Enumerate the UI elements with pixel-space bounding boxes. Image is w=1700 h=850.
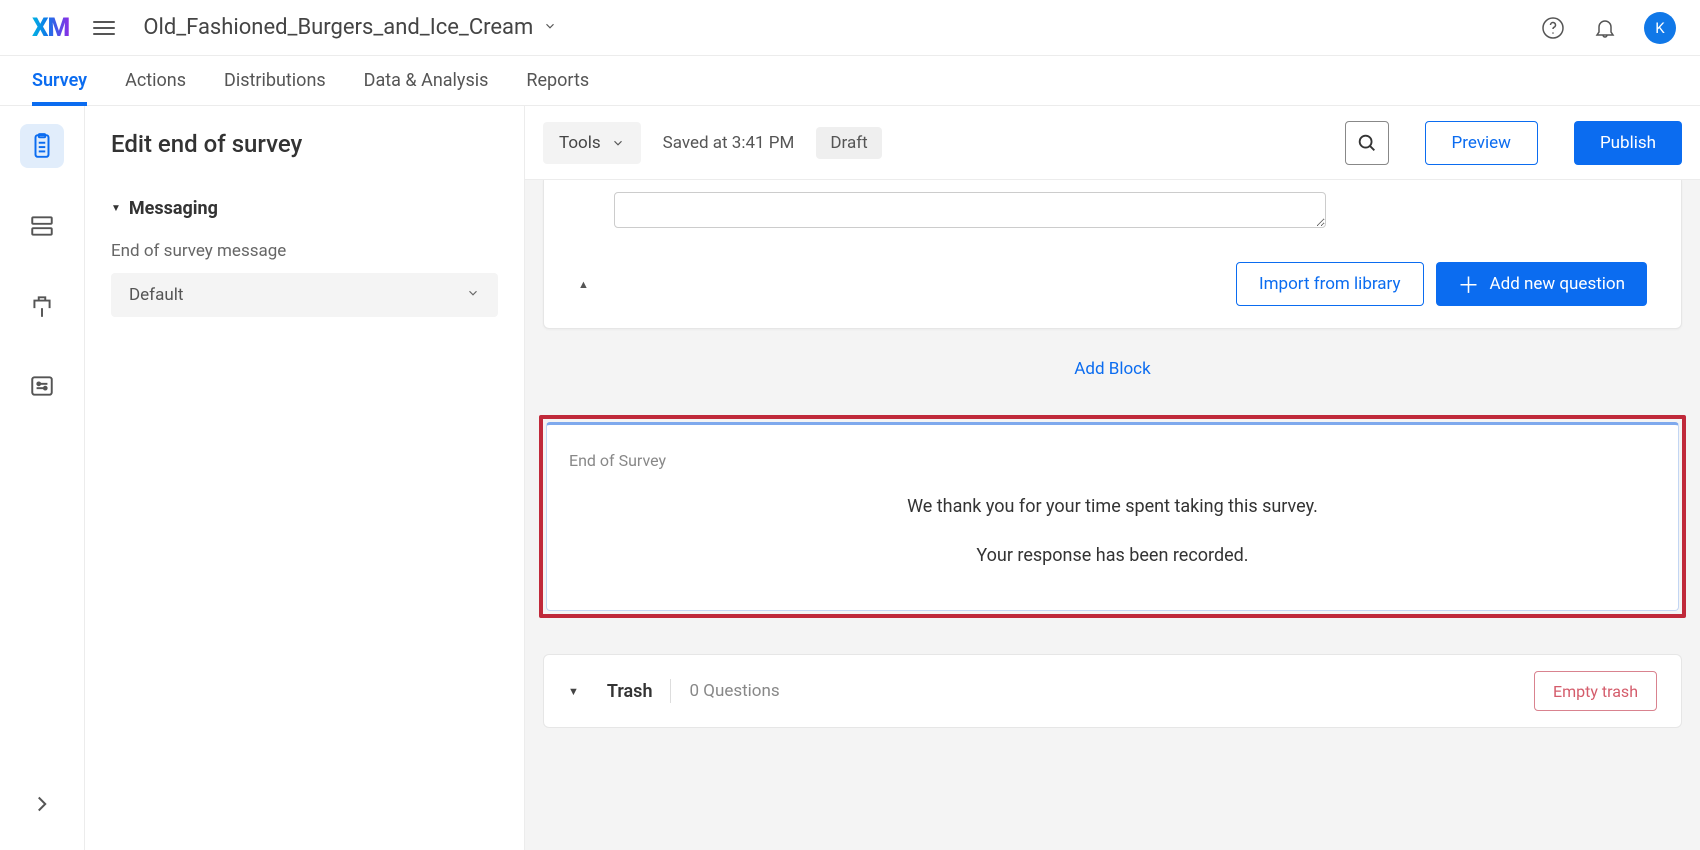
trash-count: 0 Questions bbox=[689, 681, 779, 701]
import-library-button[interactable]: Import from library bbox=[1236, 262, 1424, 306]
menu-icon[interactable] bbox=[93, 21, 115, 35]
side-panel: Edit end of survey ▼ Messaging End of su… bbox=[85, 106, 525, 850]
canvas-area: Tools Saved at 3:41 PM Draft Preview Pub… bbox=[525, 106, 1700, 850]
select-value: Default bbox=[129, 285, 183, 305]
tab-reports[interactable]: Reports bbox=[526, 56, 589, 106]
tabbar: Survey Actions Distributions Data & Anal… bbox=[0, 56, 1700, 106]
question-block: ▲ Import from library ＋ Add new question bbox=[543, 180, 1682, 329]
canvas-scroll[interactable]: ▲ Import from library ＋ Add new question… bbox=[525, 180, 1700, 728]
field-label-eos-message: End of survey message bbox=[111, 241, 498, 261]
avatar[interactable]: K bbox=[1644, 12, 1676, 44]
tools-button[interactable]: Tools bbox=[543, 122, 641, 164]
tab-distributions[interactable]: Distributions bbox=[224, 56, 326, 106]
builder-toolbar: Tools Saved at 3:41 PM Draft Preview Pub… bbox=[525, 106, 1700, 180]
bell-icon[interactable] bbox=[1592, 15, 1618, 41]
search-icon bbox=[1356, 132, 1378, 154]
eos-message-select[interactable]: Default bbox=[111, 273, 498, 317]
eos-message-line: We thank you for your time spent taking … bbox=[569, 496, 1656, 517]
tools-label: Tools bbox=[559, 133, 601, 153]
tab-survey[interactable]: Survey bbox=[32, 56, 87, 106]
chevron-down-icon bbox=[611, 136, 625, 150]
tab-actions[interactable]: Actions bbox=[125, 56, 186, 106]
chevron-down-icon[interactable] bbox=[543, 19, 557, 37]
eos-block-label: End of Survey bbox=[569, 451, 1656, 470]
end-of-survey-block[interactable]: End of Survey We thank you for your time… bbox=[546, 422, 1679, 611]
eos-message-line: Your response has been recorded. bbox=[569, 545, 1656, 566]
topbar: XM Old_Fashioned_Burgers_and_Ice_Cream K bbox=[0, 0, 1700, 56]
body: Edit end of survey ▼ Messaging End of su… bbox=[0, 106, 1700, 850]
eos-highlight: End of Survey We thank you for your time… bbox=[539, 415, 1686, 618]
add-block-button[interactable]: Add Block bbox=[535, 359, 1690, 379]
chevron-right-icon[interactable] bbox=[20, 782, 64, 826]
section-messaging[interactable]: ▼ Messaging bbox=[111, 198, 498, 219]
builder-icon[interactable] bbox=[20, 124, 64, 168]
caret-down-icon[interactable]: ▼ bbox=[568, 685, 579, 698]
add-question-button[interactable]: ＋ Add new question bbox=[1436, 262, 1648, 306]
text-entry-input[interactable] bbox=[614, 192, 1326, 228]
divider bbox=[670, 679, 671, 703]
draft-badge: Draft bbox=[816, 127, 881, 159]
xm-logo: XM bbox=[32, 13, 69, 43]
chevron-down-icon bbox=[466, 286, 480, 304]
caret-up-icon[interactable]: ▲ bbox=[578, 278, 589, 291]
caret-down-icon: ▼ bbox=[111, 203, 121, 214]
trash-block: ▼ Trash 0 Questions Empty trash bbox=[543, 654, 1682, 728]
flow-icon[interactable] bbox=[20, 204, 64, 248]
options-icon[interactable] bbox=[20, 364, 64, 408]
publish-button[interactable]: Publish bbox=[1574, 121, 1682, 165]
side-rail bbox=[0, 106, 85, 850]
preview-button[interactable]: Preview bbox=[1425, 121, 1538, 165]
project-name[interactable]: Old_Fashioned_Burgers_and_Ice_Cream bbox=[143, 15, 533, 40]
plus-icon: ＋ bbox=[1458, 268, 1480, 300]
add-question-label: Add new question bbox=[1490, 274, 1625, 294]
search-button[interactable] bbox=[1345, 121, 1389, 165]
saved-status: Saved at 3:41 PM bbox=[663, 133, 795, 153]
empty-trash-button[interactable]: Empty trash bbox=[1534, 671, 1657, 711]
section-label: Messaging bbox=[129, 198, 218, 219]
tab-data-analysis[interactable]: Data & Analysis bbox=[364, 56, 489, 106]
block-footer: ▲ Import from library ＋ Add new question bbox=[544, 244, 1681, 310]
side-panel-title: Edit end of survey bbox=[111, 130, 498, 158]
look-icon[interactable] bbox=[20, 284, 64, 328]
trash-label: Trash bbox=[607, 681, 653, 702]
question-body bbox=[544, 180, 1681, 244]
help-icon[interactable] bbox=[1540, 15, 1566, 41]
